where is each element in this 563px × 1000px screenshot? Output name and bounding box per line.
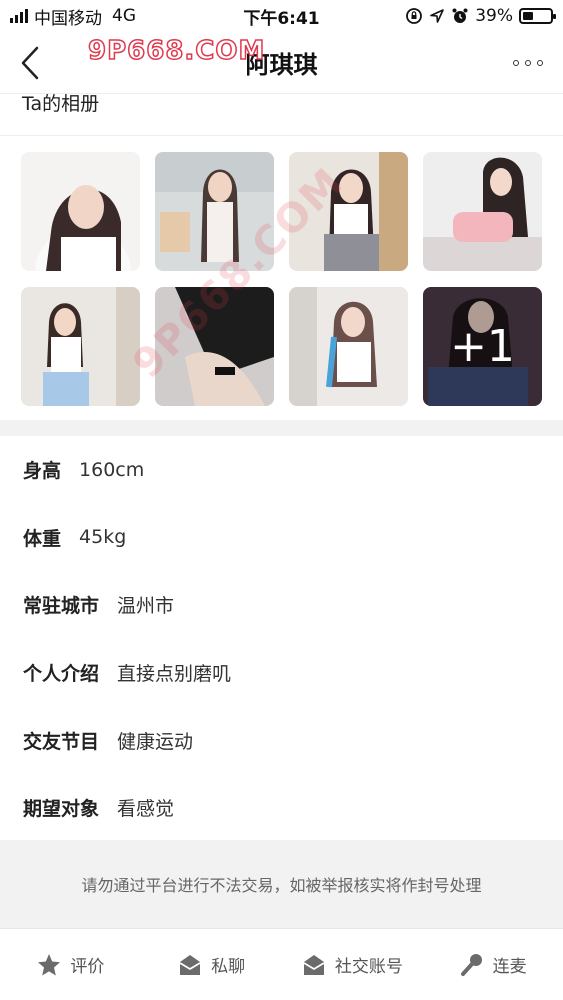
nav-bar: 阿琪琪 [0,32,563,94]
watermark-logo: 9P668.COM [87,35,266,67]
private-message-button[interactable]: 私聊 [141,929,282,1000]
expect-value: 看感觉 [117,798,175,821]
info-row-program: 交友节目 健康运动 [0,706,563,774]
photo-thumbnail-6[interactable] [155,287,274,406]
signal-icon [10,9,28,23]
star-icon [38,953,61,975]
expect-label: 期望对象 [23,798,100,821]
rotation-lock-icon [406,8,423,24]
microphone-icon [460,953,482,976]
photo-thumbnail-icon [423,152,542,271]
city-value: 温州市 [117,595,175,618]
intro-value: 直接点别磨叽 [117,663,232,686]
back-button[interactable] [0,32,60,94]
chevron-left-icon [21,46,39,79]
photo-thumbnail-1[interactable] [21,152,140,271]
more-dot-icon [537,60,543,66]
more-photos-count: +1 [423,287,542,406]
alarm-icon [452,8,468,23]
photo-thumbnail-5[interactable] [21,287,140,406]
review-button[interactable]: 评价 [0,929,141,1000]
photo-thumbnail-7[interactable] [289,287,408,406]
battery-percent: 39% [475,6,513,26]
photo-thumbnail-icon [155,152,274,271]
photo-thumbnail-icon [289,287,408,406]
photo-thumbnail-4[interactable] [423,152,542,271]
section-divider [0,420,563,436]
info-row-expect: 期望对象 看感觉 [0,774,563,842]
voice-connect-label: 连麦 [492,957,527,977]
intro-label: 个人介绍 [23,663,100,686]
page-title: 阿琪琪 [245,51,318,79]
photo-thumbnail-3[interactable] [289,152,408,271]
status-bar: 中国移动 4G 下午6:41 39% [0,0,563,32]
bottom-action-bar: 评价 私聊 社交账号 连麦 [0,928,563,1000]
photo-thumbnail-icon [21,287,140,406]
warning-notice: 请勿通过平台进行不法交易，如被举报核实将作封号处理 [0,840,563,928]
info-row-city: 常驻城市 温州市 [0,571,563,639]
carrier-name: 中国移动 [34,8,102,29]
photo-thumbnail-icon [155,287,274,406]
private-message-label: 私聊 [211,957,246,977]
program-label: 交友节目 [23,730,100,753]
photo-thumbnail-icon [289,152,408,271]
program-value: 健康运动 [117,730,194,753]
more-dot-icon [513,60,519,66]
more-dot-icon [525,60,531,66]
status-right: 39% [405,6,556,26]
info-row-height: 身高 160cm [0,436,563,504]
profile-info-list: 身高 160cm 体重 45kg 常驻城市 温州市 个人介绍 直接点别磨叽 交友… [0,436,563,842]
mail-icon [303,954,325,975]
status-left: 中国移动 4G [10,4,210,29]
height-label: 身高 [23,460,62,483]
review-label: 评价 [70,957,105,977]
location-icon [430,9,445,23]
mail-icon [179,954,201,975]
social-account-label: 社交账号 [334,957,403,977]
photo-thumbnail-2[interactable] [155,152,274,271]
more-options-button[interactable] [513,50,543,76]
network-type: 4G [112,6,136,26]
height-value: 160cm [79,458,145,481]
info-row-weight: 体重 45kg [0,504,563,572]
battery-icon [519,8,556,24]
voice-connect-button[interactable]: 连麦 [422,929,563,1000]
info-row-intro: 个人介绍 直接点别磨叽 [0,639,563,707]
social-account-button[interactable]: 社交账号 [282,929,423,1000]
city-label: 常驻城市 [23,595,100,618]
album-header: Ta的相册 [0,94,563,136]
photo-thumbnail-icon [21,152,140,271]
photo-thumbnail-8[interactable]: +1 [423,287,542,406]
weight-label: 体重 [23,527,62,550]
album-grid: +1 [21,152,544,406]
weight-value: 45kg [79,526,127,549]
